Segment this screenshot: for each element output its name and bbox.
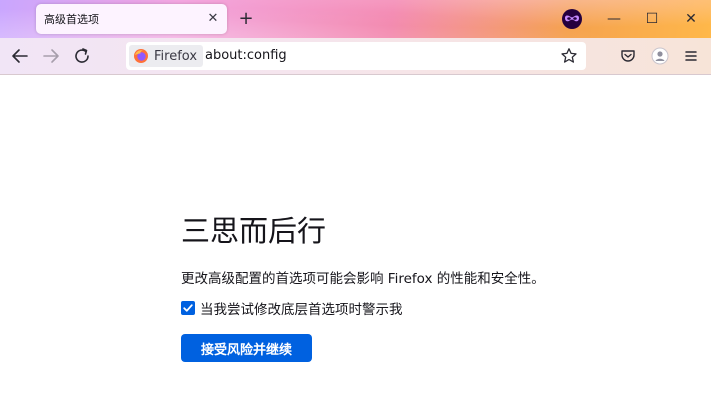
identity-box[interactable]: Firefox xyxy=(129,45,204,67)
tab-advanced-preferences[interactable]: 高级首选项 ✕ xyxy=(36,4,227,34)
firefox-logo-icon xyxy=(134,49,148,63)
reload-button[interactable] xyxy=(70,44,94,68)
pocket-icon[interactable] xyxy=(618,46,638,66)
identity-label: Firefox xyxy=(154,48,198,64)
checkbox-label[interactable]: 当我尝试修改底层首选项时警示我 xyxy=(200,298,403,318)
url-bar[interactable]: Firefox about:config xyxy=(126,42,586,70)
minimize-button[interactable]: — xyxy=(603,8,625,30)
show-warning-checkbox[interactable] xyxy=(181,301,195,315)
reload-icon xyxy=(75,48,89,63)
back-arrow-icon xyxy=(12,49,28,63)
forward-button[interactable] xyxy=(39,44,63,68)
checkmark-icon xyxy=(183,304,193,312)
close-tab-icon[interactable]: ✕ xyxy=(205,11,221,27)
page-title: 三思而后行 xyxy=(181,214,327,248)
navigation-toolbar: Firefox about:config xyxy=(0,38,711,75)
warning-checkbox-row[interactable]: 当我尝试修改底层首选项时警示我 xyxy=(181,298,403,318)
back-button[interactable] xyxy=(8,44,32,68)
tab-bar: 高级首选项 ✕ + — ☐ ✕ xyxy=(0,0,711,38)
menu-hamburger-icon[interactable] xyxy=(681,46,701,66)
forward-arrow-icon xyxy=(43,49,59,63)
accept-risk-button[interactable]: 接受风险并继续 xyxy=(181,334,312,362)
tab-title: 高级首选项 xyxy=(44,13,99,26)
new-tab-button[interactable]: + xyxy=(236,9,256,29)
maximize-button[interactable]: ☐ xyxy=(641,8,663,30)
warning-description: 更改高级配置的首选项可能会影响 Firefox 的性能和安全性。 xyxy=(181,271,545,287)
close-window-button[interactable]: ✕ xyxy=(680,8,702,30)
url-text[interactable]: about:config xyxy=(205,48,287,63)
account-avatar-icon[interactable] xyxy=(650,46,670,66)
bookmark-star-icon[interactable] xyxy=(560,47,578,65)
private-browsing-icon xyxy=(560,8,584,30)
